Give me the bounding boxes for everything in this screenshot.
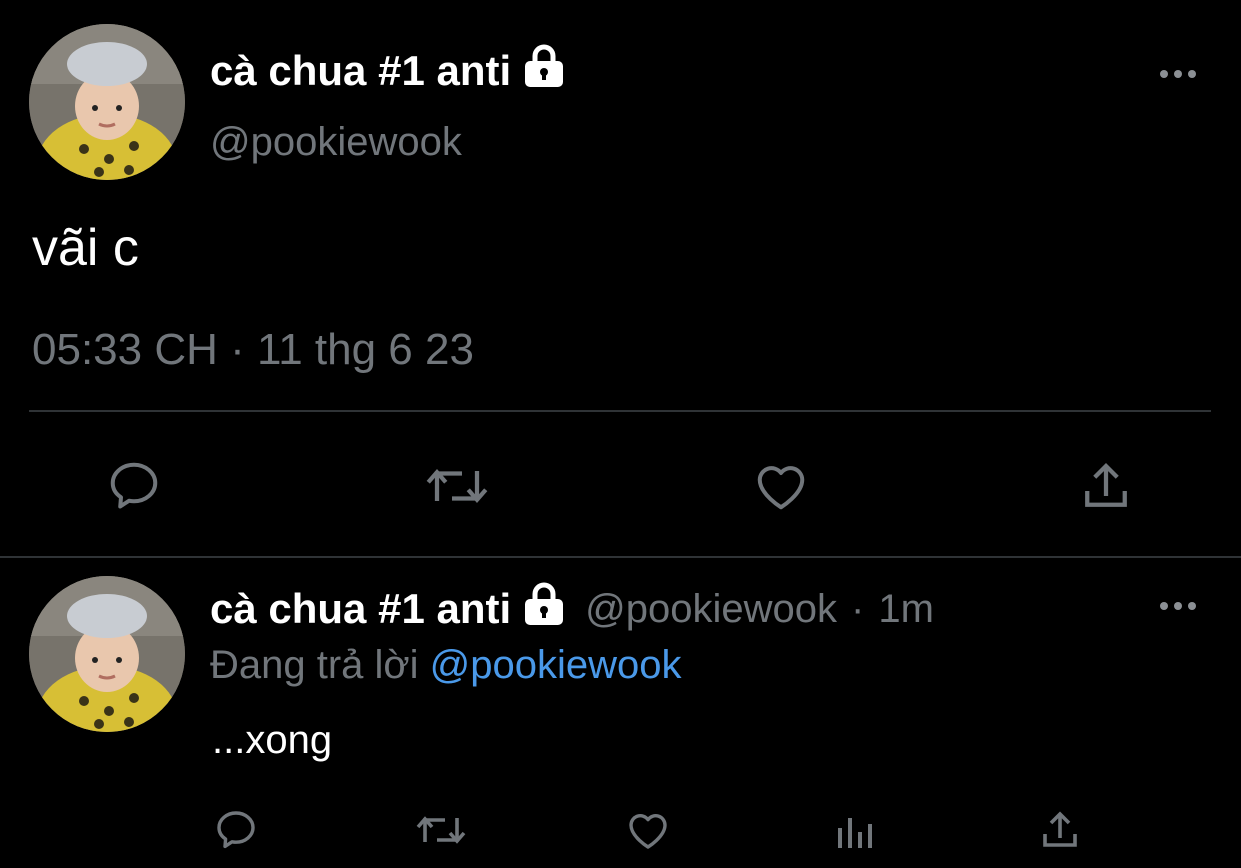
handle[interactable]: @pookiewook — [210, 120, 462, 165]
divider — [29, 410, 1211, 412]
reply-icon[interactable] — [212, 806, 260, 854]
like-icon[interactable] — [624, 806, 672, 854]
more-options-icon[interactable] — [1158, 64, 1198, 89]
tweet-text: vãi c — [32, 219, 139, 277]
reply-display-name-text: cà chua #1 anti — [210, 585, 512, 632]
replying-to-link[interactable]: @pookiewook — [430, 643, 682, 687]
like-icon[interactable] — [751, 456, 811, 516]
reply-time[interactable]: 1m — [878, 587, 934, 632]
share-icon[interactable] — [1076, 456, 1136, 516]
display-name[interactable]: cà chua #1 anti — [210, 44, 567, 98]
lock-icon — [521, 44, 567, 98]
replying-label: Đang trả lời — [210, 643, 419, 687]
reply-text: ...xong — [212, 718, 333, 762]
reply-display-name[interactable]: cà chua #1 anti — [210, 582, 567, 636]
reply-avatar[interactable] — [29, 576, 185, 732]
replying-to: Đang trả lời @pookiewook — [210, 643, 682, 688]
retweet-icon[interactable] — [414, 806, 468, 854]
retweet-icon[interactable] — [424, 456, 490, 516]
display-name-text: cà chua #1 anti — [210, 47, 512, 94]
more-options-icon[interactable] — [1158, 596, 1198, 621]
reply-header: cà chua #1 anti @pookiewook · 1m — [210, 582, 934, 636]
separator-dot: · — [851, 586, 865, 631]
analytics-icon[interactable] — [832, 806, 880, 854]
reply-icon[interactable] — [104, 456, 164, 516]
divider — [0, 556, 1241, 558]
reply-handle[interactable]: @pookiewook — [585, 587, 837, 632]
timestamp[interactable]: 05:33 CH · 11 thg 6 23 — [32, 325, 474, 375]
avatar[interactable] — [29, 24, 185, 180]
lock-icon — [521, 582, 567, 636]
share-icon[interactable] — [1036, 806, 1084, 854]
